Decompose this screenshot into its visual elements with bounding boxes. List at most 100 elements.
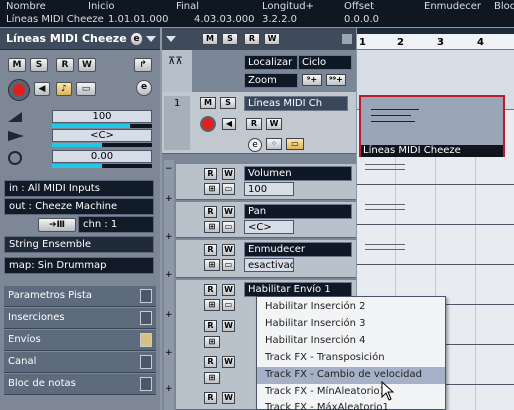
track-monitor-icon[interactable]: ◀ (222, 118, 236, 130)
lane-lock-icon[interactable]: ▭ (222, 221, 235, 233)
midi-part[interactable]: Líneas MIDI Cheeze (359, 95, 505, 157)
lane-parameter-select[interactable]: Volumen (244, 166, 352, 181)
delay-value[interactable]: 0.00 (52, 150, 152, 163)
instrument-piano-icon[interactable]: ➔Ⅲ (38, 218, 76, 232)
expand-lane-icon[interactable]: + (165, 270, 173, 280)
volume-value[interactable]: 100 (52, 110, 152, 123)
section-inserts[interactable]: Inserciones (4, 308, 156, 329)
track-record-button[interactable] (200, 116, 216, 132)
lane-value[interactable]: 100 (244, 182, 294, 196)
read-automation-button[interactable]: R (56, 58, 74, 72)
lane-write-button[interactable]: W (222, 206, 235, 218)
menu-item[interactable]: Track FX - Transposición (257, 350, 445, 367)
lane-lock-icon[interactable]: ▭ (222, 299, 235, 311)
time-ruler[interactable]: 1 2 3 4 (357, 28, 514, 50)
midi-output-select[interactable]: out : Cheeze Machine (4, 198, 154, 215)
collapse-arrow-icon[interactable] (146, 36, 156, 42)
edit-channel-button[interactable]: e (136, 80, 152, 96)
lane-show-icon[interactable]: ⊞ (204, 372, 220, 384)
lane-parameter-select[interactable]: Habilitar Envío 1 (244, 282, 352, 297)
track-timebase-icon[interactable]: ◦ (266, 138, 282, 150)
collapse-lane-icon[interactable]: − (165, 164, 173, 174)
lane-read-button[interactable]: R (204, 392, 217, 404)
zoom-in-all-button[interactable]: ⁹⁹+ (326, 74, 346, 86)
music-note-icon[interactable]: ♪ (56, 82, 72, 96)
section-track-parameters[interactable]: Parametros Pista (4, 286, 156, 307)
expand-lane-icon[interactable]: + (165, 384, 173, 394)
lane-read-button[interactable]: R (204, 168, 217, 180)
lane-write-button[interactable]: W (222, 244, 235, 256)
menu-item-selected[interactable]: Track FX - Cambio de velocidad (257, 367, 445, 384)
midi-input-select[interactable]: in : All MIDI Inputs (4, 180, 154, 197)
section-notepad[interactable]: Bloc de notas (4, 374, 156, 395)
section-sends[interactable]: Envíos (4, 330, 156, 351)
lane-show-icon[interactable]: ⊞ (204, 299, 220, 311)
lane-lock-icon[interactable]: ▭ (222, 183, 235, 195)
lane-write-button[interactable]: W (222, 284, 235, 296)
drum-map-select[interactable]: map: Sin Drummap (4, 257, 154, 274)
track-edit-button[interactable]: e (248, 138, 262, 152)
lane-parameter-select[interactable]: Enmudecer (244, 242, 352, 257)
expand-lane-icon[interactable]: + (165, 232, 173, 242)
add-track-arrow-icon[interactable] (166, 36, 176, 42)
global-read-button[interactable]: R (244, 33, 260, 45)
lane-read-button[interactable]: R (204, 320, 217, 332)
section-channel[interactable]: Canal (4, 352, 156, 373)
edit-instrument-button[interactable]: e (130, 32, 143, 46)
lane-lock-icon[interactable]: ▭ (222, 259, 235, 271)
track-scroll-handle[interactable] (342, 34, 352, 44)
track-write-button[interactable]: W (266, 118, 282, 130)
lane-write-button[interactable]: W (222, 168, 235, 180)
track-name-field[interactable]: Líneas MIDI Ch (244, 96, 348, 111)
volume-slider[interactable] (52, 124, 152, 128)
solo-button[interactable]: S (30, 58, 48, 72)
info-value-length[interactable]: 3.2.2.0 (262, 14, 297, 25)
delay-slider[interactable] (52, 164, 152, 168)
lane-read-button[interactable]: R (204, 244, 217, 256)
menu-item[interactable]: Habilitar Inserción 2 (257, 299, 445, 316)
expand-lane-icon[interactable]: + (165, 310, 173, 320)
monitor-speaker-icon[interactable]: ◀ (34, 82, 50, 96)
track-solo-button[interactable]: S (220, 97, 236, 109)
zoom-select[interactable]: Zoom (244, 73, 298, 88)
track-read-button[interactable]: R (246, 118, 262, 130)
menu-item[interactable]: Habilitar Inserción 3 (257, 316, 445, 333)
lane-write-button[interactable]: W (222, 392, 235, 404)
lane-read-button[interactable]: R (204, 206, 217, 218)
locate-select[interactable]: Localizar (244, 55, 298, 70)
info-value-name[interactable]: Líneas MIDI Cheeze (6, 14, 104, 25)
lane-parameter-select[interactable]: Pan (244, 204, 352, 219)
pan-slider[interactable] (52, 143, 152, 147)
expand-lane-icon[interactable]: + (165, 194, 173, 204)
record-enable-button[interactable] (8, 79, 30, 101)
global-write-button[interactable]: W (264, 33, 280, 45)
lane-show-icon[interactable]: ⊞ (204, 183, 220, 195)
pan-value[interactable]: <C> (52, 129, 152, 142)
output-routing-icon[interactable]: ↱ (134, 58, 152, 72)
lock-icon[interactable]: ▭ (76, 82, 96, 96)
info-value-end[interactable]: 4.03.03.000 (194, 14, 254, 25)
lane-show-icon[interactable]: ⊞ (204, 259, 220, 271)
lane-read-button[interactable]: R (204, 284, 217, 296)
menu-item[interactable]: Track FX - MínAleatorio1 (257, 384, 445, 401)
lane-read-button[interactable]: R (204, 356, 217, 368)
track-mute-button[interactable]: M (200, 97, 216, 109)
menu-item[interactable]: Habilitar Inserción 4 (257, 333, 445, 350)
midi-channel-select[interactable]: chn : 1 (78, 216, 154, 233)
write-automation-button[interactable]: W (78, 58, 96, 72)
lane-show-icon[interactable]: ⊞ (204, 336, 220, 348)
global-mute-button[interactable]: M (202, 33, 218, 45)
lane-show-icon[interactable]: ⊞ (204, 221, 220, 233)
info-value-offset[interactable]: 0.0.0.0 (344, 14, 379, 25)
cycle-select[interactable]: Ciclo (298, 55, 352, 70)
info-value-start[interactable]: 1.01.01.000 (108, 14, 168, 25)
lane-write-button[interactable]: W (222, 320, 235, 332)
expand-lane-icon[interactable]: + (165, 348, 173, 358)
track-row-1[interactable]: 1 M S Líneas MIDI Ch ◀ R W e ◦ ▭ (162, 92, 356, 154)
mute-button[interactable]: M (8, 58, 26, 72)
lane-value[interactable]: <C> (244, 220, 294, 234)
lane-write-button[interactable]: W (222, 356, 235, 368)
menu-item[interactable]: Track FX - MáxAleatorio1 (257, 400, 445, 410)
global-solo-button[interactable]: S (222, 33, 238, 45)
program-select[interactable]: String Ensemble (4, 236, 154, 253)
